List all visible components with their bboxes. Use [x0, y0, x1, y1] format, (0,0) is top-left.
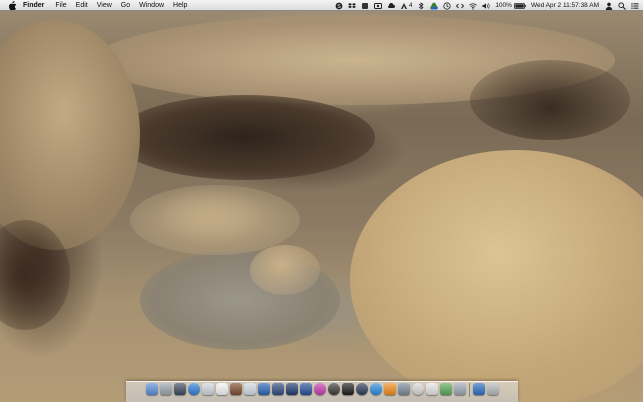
iphoto-icon[interactable]: [299, 383, 312, 395]
app-menu-finder[interactable]: Finder: [23, 0, 44, 11]
compass-icon[interactable]: [411, 383, 424, 395]
app-store-icon[interactable]: [369, 383, 382, 395]
wallpaper-right-cave: [470, 60, 630, 140]
menu-edit[interactable]: Edit: [76, 0, 88, 11]
finder-icon[interactable]: [145, 383, 158, 395]
battery-percentage[interactable]: 100%: [495, 0, 512, 11]
user-icon[interactable]: [605, 2, 613, 10]
dvd-player-icon[interactable]: [327, 383, 340, 395]
xcode-icon[interactable]: [257, 383, 270, 395]
launchpad-icon[interactable]: [159, 383, 172, 395]
wallpaper-right-slab: [350, 150, 643, 402]
mail-icon[interactable]: [201, 383, 214, 395]
cloud-sync-icon[interactable]: [387, 2, 395, 10]
screen-capture-icon[interactable]: [373, 2, 382, 10]
photos-icon[interactable]: [229, 383, 242, 395]
wallpaper-mid-ledge: [130, 185, 300, 255]
disk-utility-icon[interactable]: [453, 383, 466, 395]
notes-icon[interactable]: [271, 383, 284, 395]
mission-control-icon[interactable]: [173, 383, 186, 395]
terminal-icon[interactable]: [341, 383, 354, 395]
preview-icon[interactable]: [243, 383, 256, 395]
battery-icon[interactable]: [514, 2, 526, 10]
evernote-icon[interactable]: [361, 2, 369, 10]
menu-window[interactable]: Window: [139, 0, 164, 11]
system-preferences-icon[interactable]: [397, 383, 410, 395]
downloads-stack-icon[interactable]: [472, 383, 485, 395]
adobe-updater-count: 4: [408, 2, 413, 9]
dock-separator: [468, 383, 470, 397]
menu-file[interactable]: File: [55, 0, 66, 11]
quicktime-icon[interactable]: [355, 383, 368, 395]
safari-icon[interactable]: [187, 383, 200, 395]
bluetooth-icon[interactable]: [417, 1, 425, 10]
time-machine-icon[interactable]: [443, 1, 451, 10]
clock[interactable]: Wed Apr 2 11:57:38 AM: [531, 0, 599, 11]
calendar-icon[interactable]: [215, 383, 228, 395]
trash-icon[interactable]: [486, 383, 499, 395]
desktop: Finder File Edit View Go Window Help S 4…: [0, 0, 643, 402]
dropbox-icon[interactable]: [347, 2, 356, 10]
skype-icon[interactable]: S: [335, 2, 343, 10]
status-menus: S 4 100% Wed Apr 2 11:57:38 AM: [330, 0, 639, 11]
spotlight-search-icon[interactable]: [618, 1, 626, 10]
adobe-updater-icon[interactable]: 4: [400, 2, 412, 10]
menu-bar: Finder File Edit View Go Window Help S 4…: [0, 0, 643, 11]
wifi-icon[interactable]: [469, 2, 478, 10]
wallpaper-foreground-stone: [250, 245, 320, 295]
menu-view[interactable]: View: [97, 0, 112, 11]
volume-icon[interactable]: [482, 2, 490, 10]
dock: [126, 381, 518, 402]
google-drive-icon[interactable]: [430, 2, 439, 10]
wallpaper-cave-shadow: [115, 95, 375, 180]
dictionary-icon[interactable]: [425, 383, 438, 395]
photo-booth-icon[interactable]: [285, 383, 298, 395]
ibooks-icon[interactable]: [383, 383, 396, 395]
dev-tools-icon[interactable]: [456, 2, 465, 10]
maps-icon[interactable]: [439, 383, 452, 395]
menu-go[interactable]: Go: [121, 0, 130, 11]
itunes-icon[interactable]: [313, 383, 326, 395]
notification-center-icon[interactable]: [631, 2, 639, 10]
apple-menu-icon[interactable]: [9, 0, 17, 10]
menu-help[interactable]: Help: [173, 0, 187, 11]
